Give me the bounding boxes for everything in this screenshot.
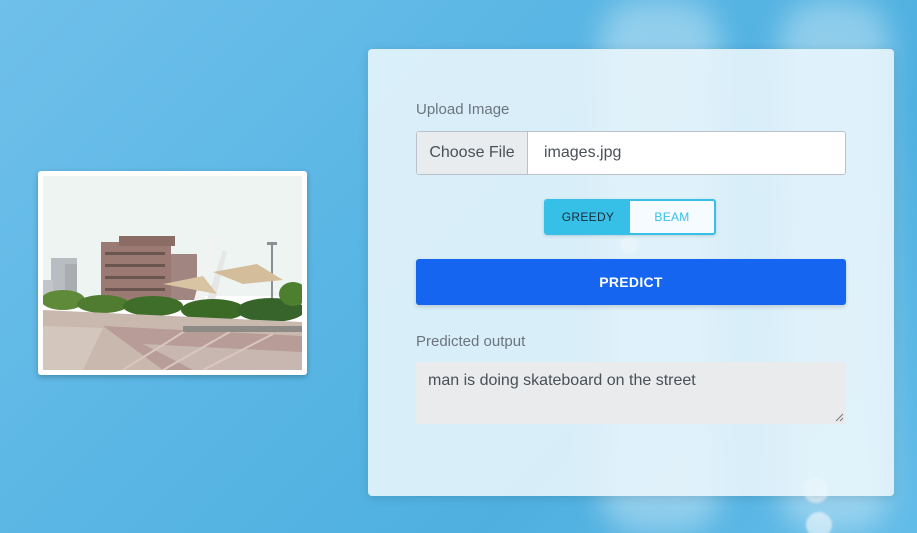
file-input[interactable]: Choose File images.jpg	[416, 131, 846, 175]
choose-file-button[interactable]: Choose File	[417, 132, 528, 174]
uploaded-image-preview	[43, 176, 302, 370]
predict-button[interactable]: PREDICT	[416, 259, 846, 305]
predicted-output-textarea[interactable]: man is doing skateboard on the street	[416, 362, 846, 424]
beam-option[interactable]: BEAM	[630, 201, 714, 233]
greedy-option[interactable]: GREEDY	[546, 201, 630, 233]
predicted-output-text: man is doing skateboard on the street	[428, 372, 696, 389]
caption-form-card: Upload Image Choose File images.jpg GREE…	[368, 49, 894, 496]
image-preview	[38, 171, 307, 375]
background-bokeh	[806, 512, 832, 533]
predicted-output-label: Predicted output	[416, 333, 526, 350]
selected-file-name: images.jpg	[544, 144, 622, 161]
decoding-mode-toggle: GREEDY BEAM	[544, 199, 716, 235]
upload-image-label: Upload Image	[416, 101, 510, 118]
resize-grip-icon[interactable]	[835, 413, 844, 422]
